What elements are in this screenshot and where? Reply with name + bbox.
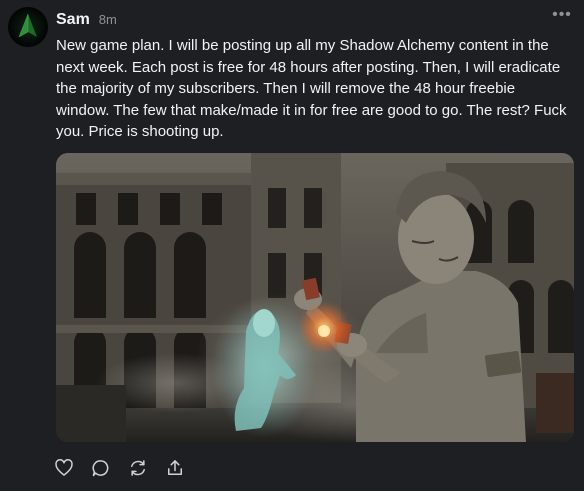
post-image[interactable]: [56, 153, 574, 442]
repost-icon: [131, 460, 145, 476]
comment-button[interactable]: [90, 457, 112, 479]
comment-icon: [92, 460, 109, 477]
post-card: Sam 8m ••• New game plan. I will be post…: [0, 0, 584, 491]
post-actions: [53, 457, 186, 479]
more-options-button[interactable]: •••: [551, 6, 573, 24]
repost-button[interactable]: [127, 457, 149, 479]
post-header: Sam 8m: [56, 11, 117, 29]
image-illustration: [56, 153, 574, 442]
share-button[interactable]: [164, 457, 186, 479]
like-button[interactable]: [53, 457, 75, 479]
share-icon: [168, 460, 182, 475]
timestamp[interactable]: 8m: [99, 12, 117, 27]
more-horizontal-icon: •••: [552, 6, 572, 23]
post-text: New game plan. I will be posting up all …: [56, 37, 567, 140]
triangle-logo-icon: [8, 7, 48, 47]
heart-icon: [55, 459, 73, 476]
username[interactable]: Sam: [56, 11, 90, 29]
avatar[interactable]: [8, 7, 48, 47]
